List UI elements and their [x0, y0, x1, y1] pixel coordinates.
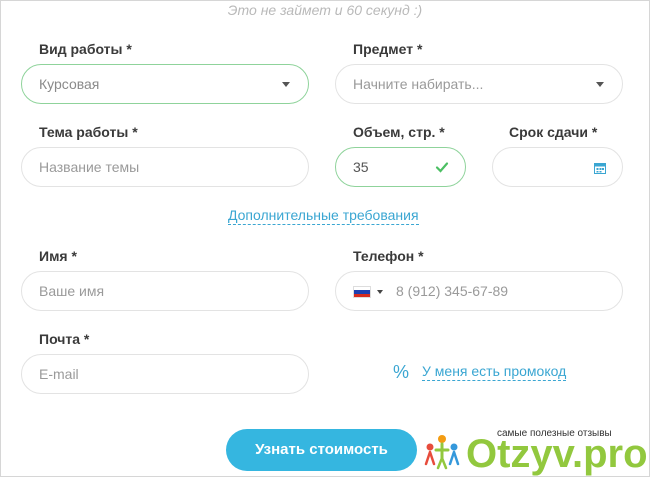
- name-input[interactable]: Ваше имя: [21, 271, 309, 311]
- promo-code-link[interactable]: У меня есть промокод: [422, 363, 567, 381]
- name-placeholder: Ваше имя: [39, 283, 105, 299]
- work-type-value: Курсовая: [39, 76, 100, 92]
- russia-flag-icon[interactable]: [353, 286, 371, 298]
- email-input[interactable]: E-mail: [21, 354, 309, 394]
- volume-label: Объем, стр. *: [353, 124, 445, 140]
- deadline-input[interactable]: [492, 147, 623, 187]
- phone-input[interactable]: 8 (912) 345-67-89: [335, 271, 623, 311]
- watermark-brand: Otzyv.pro: [466, 432, 648, 476]
- email-label: Почта *: [39, 331, 90, 347]
- additional-requirements-link[interactable]: Дополнительные требования: [228, 207, 419, 225]
- email-placeholder: E-mail: [39, 366, 79, 382]
- subject-placeholder: Начните набирать...: [353, 76, 484, 92]
- chevron-down-icon[interactable]: [377, 290, 383, 294]
- topic-input[interactable]: Название темы: [21, 147, 309, 187]
- people-logo-icon: [424, 435, 460, 470]
- volume-value: 35: [353, 159, 369, 175]
- percent-icon: %: [393, 362, 410, 382]
- name-label: Имя *: [39, 248, 77, 264]
- topic-label: Тема работы *: [39, 124, 138, 140]
- form-subtitle: Это не займет и 60 секунд :): [227, 2, 423, 18]
- work-type-label: Вид работы *: [39, 41, 132, 57]
- check-icon: [435, 160, 449, 179]
- chevron-down-icon: [596, 82, 604, 87]
- chevron-down-icon: [282, 82, 290, 87]
- get-price-button[interactable]: Узнать стоимость: [226, 429, 417, 471]
- phone-placeholder: 8 (912) 345-67-89: [396, 283, 509, 299]
- phone-label: Телефон *: [353, 248, 424, 264]
- calendar-icon[interactable]: [594, 161, 606, 179]
- volume-input[interactable]: 35: [335, 147, 466, 187]
- subject-select[interactable]: Начните набирать...: [335, 64, 623, 104]
- deadline-label: Срок сдачи *: [509, 124, 598, 140]
- subject-label: Предмет *: [353, 41, 423, 57]
- topic-placeholder: Название темы: [39, 159, 140, 175]
- work-type-select[interactable]: Курсовая: [21, 64, 309, 104]
- watermark-logo: Otzyv.pro: [420, 428, 650, 477]
